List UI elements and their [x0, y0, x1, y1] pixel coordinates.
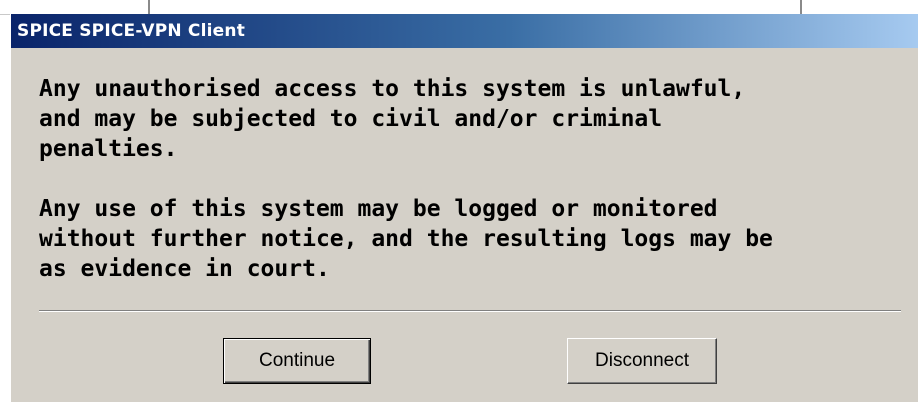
- message-paragraph-1: Any unauthorised access to this system i…: [39, 74, 909, 164]
- dialog-titlebar[interactable]: SPICE SPICE-VPN Client: [11, 14, 918, 48]
- dialog-title: SPICE SPICE-VPN Client: [17, 21, 246, 41]
- separator-line: [39, 310, 901, 312]
- message-line: without further notice, and the resultin…: [39, 226, 773, 252]
- message-line: penalties.: [39, 136, 178, 162]
- message-line: and may be subjected to civil and/or cri…: [39, 106, 663, 132]
- background-divider: [148, 0, 150, 14]
- message-line: as evidence in court.: [39, 256, 330, 282]
- message-line: Any unauthorised access to this system i…: [39, 76, 746, 102]
- disconnect-button[interactable]: Disconnect: [567, 338, 717, 384]
- vpn-warning-dialog: SPICE SPICE-VPN Client Any unauthorised …: [10, 14, 918, 402]
- message-line: Any use of this system may be logged or …: [39, 196, 718, 222]
- background-divider: [800, 0, 802, 14]
- message-paragraph-2: Any use of this system may be logged or …: [39, 194, 909, 284]
- warning-message: Any unauthorised access to this system i…: [39, 74, 909, 284]
- screen: SPICE SPICE-VPN Client Any unauthorised …: [0, 0, 918, 402]
- background-window-strip: [0, 0, 918, 15]
- continue-button[interactable]: Continue: [223, 338, 371, 384]
